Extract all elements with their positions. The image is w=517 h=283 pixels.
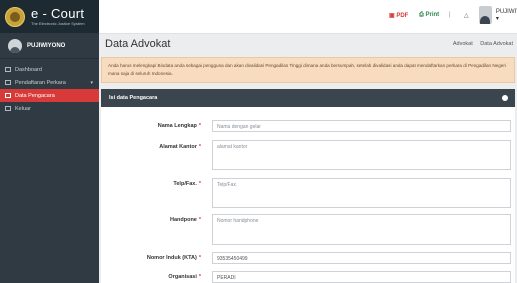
nama-lengkap-input[interactable]: Nama dengan gelar [212,120,511,132]
breadcrumb-item-data-advokat: Data Advokat [480,41,513,47]
avatar [479,6,492,24]
alamat-kantor-textarea[interactable]: alamat kantor [212,140,511,170]
field-label-alamat-kantor: Alamat Kantor * [159,144,201,150]
field-label-nomor-induk: Nomor Induk (KTA) * [146,255,201,261]
brand-subtitle: The Electronic Justice System [31,20,85,26]
sidebar-item-label: Pendaftaran Perkara [15,79,66,86]
sidebar-item-data-pengacara[interactable]: Data Pengacara [0,89,99,102]
court-logo-icon [5,6,25,27]
field-label-telp-fax: Telp/Fax. * [173,181,201,187]
chevron-down-icon: ▾ [90,79,93,86]
info-alert: Anda harus melengkapi Biodata anda sebag… [101,57,515,83]
top-bar: ▣ PDF ⎙ Print | △ PUJIWIYONO ▾ [99,0,517,34]
print-button[interactable]: ⎙ Print [419,12,439,19]
logout-icon [5,106,11,111]
field-label-nama-lengkap: Nama Lengkap * [157,123,201,129]
sidebar-menu: Dashboard Pendaftaran Perkara ▾ Data Pen… [0,63,99,115]
nomor-induk-input[interactable]: 93535450499 [212,252,511,264]
user-menu-name: PUJIWIYONO ▾ [495,8,517,22]
panel-header: Isi data Pengacara [101,89,515,107]
collapse-icon[interactable] [502,95,508,101]
field-label-handpone: Handpone * [169,217,201,223]
dashboard-icon [5,67,11,72]
sidebar-item-keluar[interactable]: Keluar [0,102,99,115]
sidebar-item-pendaftaran-perkara[interactable]: Pendaftaran Perkara ▾ [0,76,99,89]
breadcrumb-item-advokat[interactable]: Advokat [453,41,473,47]
user-menu[interactable]: PUJIWIYONO ▾ [479,6,517,24]
panel-title: Isi data Pengacara [109,95,158,101]
sidebar-item-dashboard[interactable]: Dashboard [0,63,99,76]
handpone-textarea[interactable]: Nomor handphone [212,214,511,245]
pdf-button[interactable]: ▣ PDF [389,12,408,19]
breadcrumb: Advokat Data Advokat [447,41,513,47]
organisasi-input[interactable]: PERADI [212,271,511,283]
user-name: PUJIWIYONO [27,42,66,49]
telp-fax-textarea[interactable]: Telp/Fax. [212,178,511,208]
edit-icon [5,80,11,85]
sidebar-item-label: Dashboard [15,66,42,73]
bell-icon[interactable]: △ [464,12,469,19]
user-panel: PUJIWIYONO [0,33,99,59]
print-icon: ⎙ [419,12,424,18]
page-header: Data Advokat Advokat Data Advokat [99,33,517,55]
divider: | [449,12,451,18]
field-label-organisasi: Organisasi * [168,274,201,280]
user-icon [5,93,11,98]
brand[interactable]: e - Court The Electronic Justice System [0,0,99,33]
sidebar-item-label: Keluar [15,105,31,112]
sidebar-item-label: Data Pengacara [15,92,55,99]
form-panel: Isi data Pengacara Nama Lengkap * Nama de… [101,89,515,283]
page-title: Data Advokat [105,38,171,50]
brand-title: e - Court [31,5,85,21]
pdf-icon: ▣ [389,13,395,19]
sidebar: e - Court The Electronic Justice System … [0,0,99,283]
avatar [8,38,22,53]
